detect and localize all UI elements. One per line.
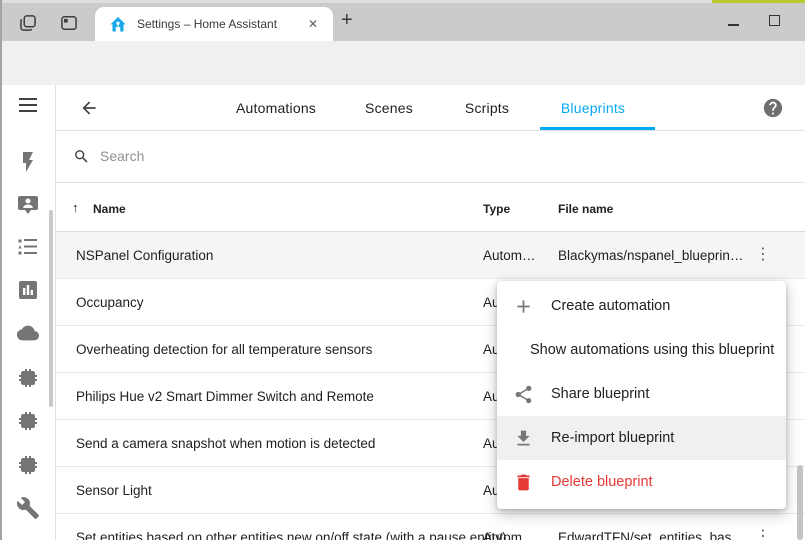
window-left-edge bbox=[0, 0, 2, 540]
sidebar-item-device-3[interactable] bbox=[16, 453, 40, 477]
sidebar-scrollbar[interactable] bbox=[49, 210, 53, 407]
row-overflow-menu-button[interactable]: ⋮ bbox=[755, 245, 771, 265]
tab-blueprints[interactable]: Blueprints bbox=[561, 85, 625, 131]
chip-icon bbox=[16, 366, 40, 390]
sidebar-item-energy[interactable] bbox=[16, 150, 40, 174]
row-name: Send a camera snapshot when motion is de… bbox=[76, 436, 375, 451]
sidebar-item-history[interactable] bbox=[16, 278, 40, 302]
active-tab-underline bbox=[540, 127, 655, 130]
tab-scripts[interactable]: Scripts bbox=[465, 85, 509, 131]
chip-icon bbox=[16, 453, 40, 477]
blueprint-context-menu: Create automation Show automations using… bbox=[497, 281, 786, 509]
person-bubble-icon bbox=[16, 193, 40, 217]
plus-icon bbox=[513, 296, 534, 317]
sort-ascending-icon[interactable]: ↑ bbox=[72, 200, 79, 215]
table-row[interactable]: Set entities based on other entities new… bbox=[56, 514, 805, 540]
download-icon bbox=[513, 428, 534, 449]
back-arrow-icon bbox=[79, 98, 99, 118]
row-name: Set entities based on other entities new… bbox=[76, 530, 507, 540]
row-type: Autom… bbox=[483, 248, 536, 263]
row-name: Occupancy bbox=[76, 295, 144, 310]
menu-item-share-blueprint[interactable]: Share blueprint bbox=[497, 372, 786, 416]
chart-box-icon bbox=[16, 278, 40, 302]
window-minimize-button[interactable] bbox=[728, 24, 739, 26]
row-file-name: EdwardTFN/set_entities_bas… bbox=[558, 530, 745, 540]
tab-close-icon[interactable]: ✕ bbox=[303, 15, 323, 33]
browser-titlebar: Settings – Home Assistant ✕ + bbox=[0, 0, 805, 41]
column-header-file-name[interactable]: File name bbox=[558, 202, 613, 216]
lightning-icon bbox=[16, 150, 40, 174]
row-name: Overheating detection for all temperatur… bbox=[76, 342, 372, 357]
content-scrollbar[interactable] bbox=[797, 465, 803, 540]
sidebar-item-device-1[interactable] bbox=[16, 366, 40, 390]
tab-actions-button[interactable] bbox=[56, 10, 82, 36]
menu-item-delete-blueprint[interactable]: Delete blueprint bbox=[497, 460, 786, 504]
list-icon bbox=[16, 235, 40, 259]
tab-title: Settings – Home Assistant bbox=[137, 17, 303, 31]
sidebar-item-todo-lists[interactable] bbox=[16, 235, 40, 259]
row-type: Autom… bbox=[483, 530, 536, 540]
workspaces-button[interactable] bbox=[15, 10, 41, 36]
menu-item-create-automation[interactable]: Create automation bbox=[497, 284, 786, 328]
column-header-name[interactable]: Name bbox=[93, 202, 126, 216]
row-name: NSPanel Configuration bbox=[76, 248, 213, 263]
menu-item-reimport-blueprint[interactable]: Re-import blueprint bbox=[497, 416, 786, 460]
cloud-icon bbox=[16, 321, 40, 345]
sidebar-menu-button[interactable] bbox=[19, 98, 37, 114]
row-name: Philips Hue v2 Smart Dimmer Switch and R… bbox=[76, 389, 374, 404]
help-button[interactable] bbox=[762, 97, 784, 119]
window-maximize-button[interactable] bbox=[769, 15, 780, 26]
tab-actions-icon bbox=[59, 13, 79, 33]
ha-sidebar bbox=[0, 85, 56, 540]
window-top-edge bbox=[0, 0, 712, 3]
row-file-name: Blackymas/nspanel_blueprin… bbox=[558, 248, 743, 263]
sidebar-item-cloud[interactable] bbox=[16, 321, 40, 345]
table-row[interactable]: NSPanel Configuration Autom… Blackymas/n… bbox=[56, 232, 805, 279]
search-bar bbox=[56, 131, 805, 183]
workspaces-icon bbox=[18, 13, 38, 33]
help-icon bbox=[762, 97, 784, 119]
sidebar-item-device-2[interactable] bbox=[16, 409, 40, 433]
row-name: Sensor Light bbox=[76, 483, 152, 498]
wrench-icon bbox=[16, 496, 40, 520]
row-overflow-menu-button[interactable]: ⋮ bbox=[755, 527, 771, 540]
home-assistant-favicon bbox=[109, 15, 127, 33]
search-input[interactable] bbox=[100, 131, 700, 181]
ha-back-button[interactable] bbox=[79, 98, 99, 118]
browser-toolbar: Not secure homeassistant.local:8123/... … bbox=[0, 41, 805, 85]
sidebar-item-developer-tools[interactable] bbox=[16, 496, 40, 520]
tab-scenes[interactable]: Scenes bbox=[365, 85, 413, 131]
new-tab-button[interactable]: + bbox=[341, 9, 353, 32]
home-assistant-app: Automations Scenes Scripts Blueprints ↑ bbox=[0, 85, 805, 540]
search-icon bbox=[73, 148, 90, 165]
column-header-type[interactable]: Type bbox=[483, 202, 510, 216]
browser-window: Settings – Home Assistant ✕ + Not bbox=[0, 0, 805, 540]
background-window-strip bbox=[712, 0, 805, 3]
menu-item-show-automations[interactable]: Show automations using this blueprint bbox=[497, 328, 786, 372]
browser-tab[interactable]: Settings – Home Assistant ✕ bbox=[95, 7, 333, 41]
tab-automations[interactable]: Automations bbox=[236, 85, 316, 131]
table-header: ↑ Name Type File name bbox=[56, 183, 805, 232]
trash-icon bbox=[513, 472, 534, 493]
sidebar-item-voice-assistants[interactable] bbox=[16, 193, 40, 217]
chip-icon bbox=[16, 409, 40, 433]
ha-header: Automations Scenes Scripts Blueprints bbox=[56, 85, 805, 131]
share-icon bbox=[513, 384, 534, 405]
